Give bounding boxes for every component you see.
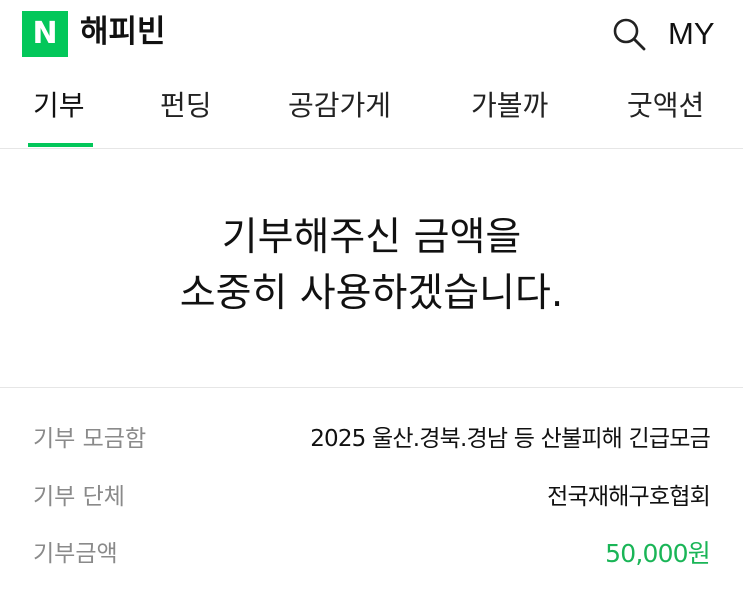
section-divider <box>0 387 743 388</box>
campaign-label: 기부 모금함 <box>33 426 147 452</box>
thank-you-message: 기부해주신 금액을 소중히 사용하겠습니다. <box>0 210 743 322</box>
tab-good-action[interactable]: 굿액션 <box>627 84 704 128</box>
campaign-value: 2025 울산.경북.경남 등 산불피해 긴급모금 <box>310 426 711 452</box>
campaign-row: 기부 모금함 2025 울산.경북.경남 등 산불피해 긴급모금 <box>0 419 743 459</box>
tab-empathy-store[interactable]: 공감가게 <box>288 84 391 128</box>
organization-label: 기부 단체 <box>33 484 125 510</box>
organization-value: 전국재해구호협회 <box>547 484 711 510</box>
amount-value: 50,000원 <box>605 539 711 568</box>
naver-logo[interactable]: N <box>22 11 68 57</box>
amount-row: 기부금액 50,000원 <box>0 534 743 574</box>
hero-line-1: 기부해주신 금액을 <box>221 215 522 260</box>
organization-row: 기부 단체 전국재해구호협회 <box>0 477 743 517</box>
tab-funding[interactable]: 펀딩 <box>160 84 212 128</box>
active-tab-indicator <box>28 143 93 147</box>
amount-label: 기부금액 <box>33 541 118 567</box>
tab-donation[interactable]: 기부 <box>33 84 85 128</box>
tab-gabolkka[interactable]: 가볼까 <box>471 84 548 128</box>
app-title[interactable]: 해피빈 <box>80 12 166 52</box>
app-header: N 해피빈 MY <box>0 0 743 64</box>
hero-line-2: 소중히 사용하겠습니다. <box>179 271 564 316</box>
my-page-link[interactable]: MY <box>668 14 715 54</box>
search-icon[interactable] <box>609 14 649 54</box>
main-tabs: 기부 펀딩 공감가게 가볼까 굿액션 <box>0 74 743 149</box>
logo-letter: N <box>32 16 58 51</box>
